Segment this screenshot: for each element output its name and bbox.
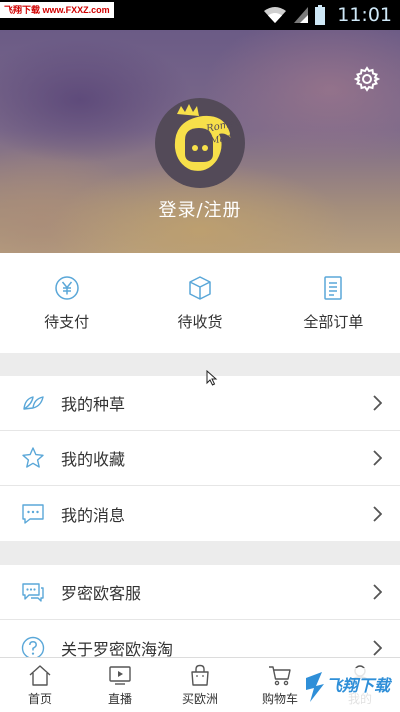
menu-item-my-messages[interactable]: 我的消息 bbox=[0, 486, 400, 541]
wifi-icon bbox=[264, 7, 287, 23]
chevron-right-icon bbox=[373, 639, 382, 656]
menu-item-my-grass[interactable]: 我的种草 bbox=[0, 376, 400, 431]
tab-home[interactable]: 首页 bbox=[0, 658, 80, 712]
clock: 11:01 bbox=[337, 4, 392, 26]
menu-item-label: 我的种草 bbox=[61, 395, 126, 414]
chat-icon bbox=[22, 583, 44, 602]
order-shortcuts: 待支付 待收货 全部订单 bbox=[0, 253, 400, 353]
tab-label: 首页 bbox=[27, 692, 52, 706]
chevron-right-icon bbox=[373, 505, 382, 522]
battery-icon bbox=[315, 5, 326, 25]
gear-icon[interactable] bbox=[354, 66, 380, 92]
cart-icon bbox=[269, 666, 291, 686]
tab-buy-europe[interactable]: 买欧洲 bbox=[160, 658, 240, 712]
yuan-icon bbox=[54, 276, 79, 300]
chevron-right-icon bbox=[373, 450, 382, 466]
avatar[interactable]: Romeo Mart bbox=[155, 98, 245, 188]
login-register-link[interactable]: 登录/注册 bbox=[0, 196, 400, 222]
message-icon bbox=[22, 503, 44, 524]
tab-label: 直播 bbox=[107, 692, 132, 706]
status-icons: 11:01 bbox=[263, 3, 392, 27]
order-label: 全部订单 bbox=[303, 313, 364, 331]
corner-watermark-text: 飞翔下载 bbox=[325, 678, 390, 695]
watermark-label: 飞翔下载 www.FXXZ.com bbox=[0, 2, 114, 18]
order-all[interactable]: 全部订单 bbox=[267, 253, 400, 353]
signal-icon bbox=[294, 7, 309, 23]
menu-group-personal: 我的种草 我的收藏 我的消息 bbox=[0, 376, 400, 541]
chevron-right-icon bbox=[373, 584, 382, 600]
menu-item-customer-service[interactable]: 罗密欧客服 bbox=[0, 565, 400, 620]
order-label: 待支付 bbox=[44, 313, 90, 331]
leaf-icon bbox=[23, 396, 44, 410]
menu-item-label: 我的收藏 bbox=[61, 450, 126, 469]
box-icon bbox=[189, 276, 211, 300]
play-icon bbox=[109, 666, 131, 685]
order-pending-payment[interactable]: 待支付 bbox=[0, 253, 133, 353]
tab-label: 购物车 bbox=[261, 692, 298, 706]
star-icon bbox=[22, 447, 44, 468]
menu-item-label: 我的消息 bbox=[61, 505, 126, 525]
bag-icon bbox=[191, 664, 209, 686]
order-pending-delivery[interactable]: 待收货 bbox=[133, 253, 266, 353]
mouse-cursor-icon bbox=[206, 370, 218, 386]
tab-live[interactable]: 直播 bbox=[80, 658, 160, 712]
menu-item-label: 罗密欧客服 bbox=[61, 584, 142, 603]
menu-item-my-favorites[interactable]: 我的收藏 bbox=[0, 431, 400, 486]
tab-label: 买欧洲 bbox=[181, 692, 218, 706]
document-icon bbox=[324, 276, 343, 300]
status-bar: 飞翔下载 www.FXXZ.com 11:01 bbox=[0, 0, 400, 30]
chevron-right-icon bbox=[373, 395, 382, 411]
order-label: 待收货 bbox=[177, 313, 223, 331]
profile-header: Romeo Mart 登录/注册 bbox=[0, 30, 400, 253]
romeo-mart-logo: Romeo Mart bbox=[174, 104, 242, 171]
help-icon bbox=[21, 636, 45, 659]
home-icon bbox=[29, 665, 51, 686]
menu-item-label: 关于罗密欧海淘 bbox=[61, 639, 174, 659]
